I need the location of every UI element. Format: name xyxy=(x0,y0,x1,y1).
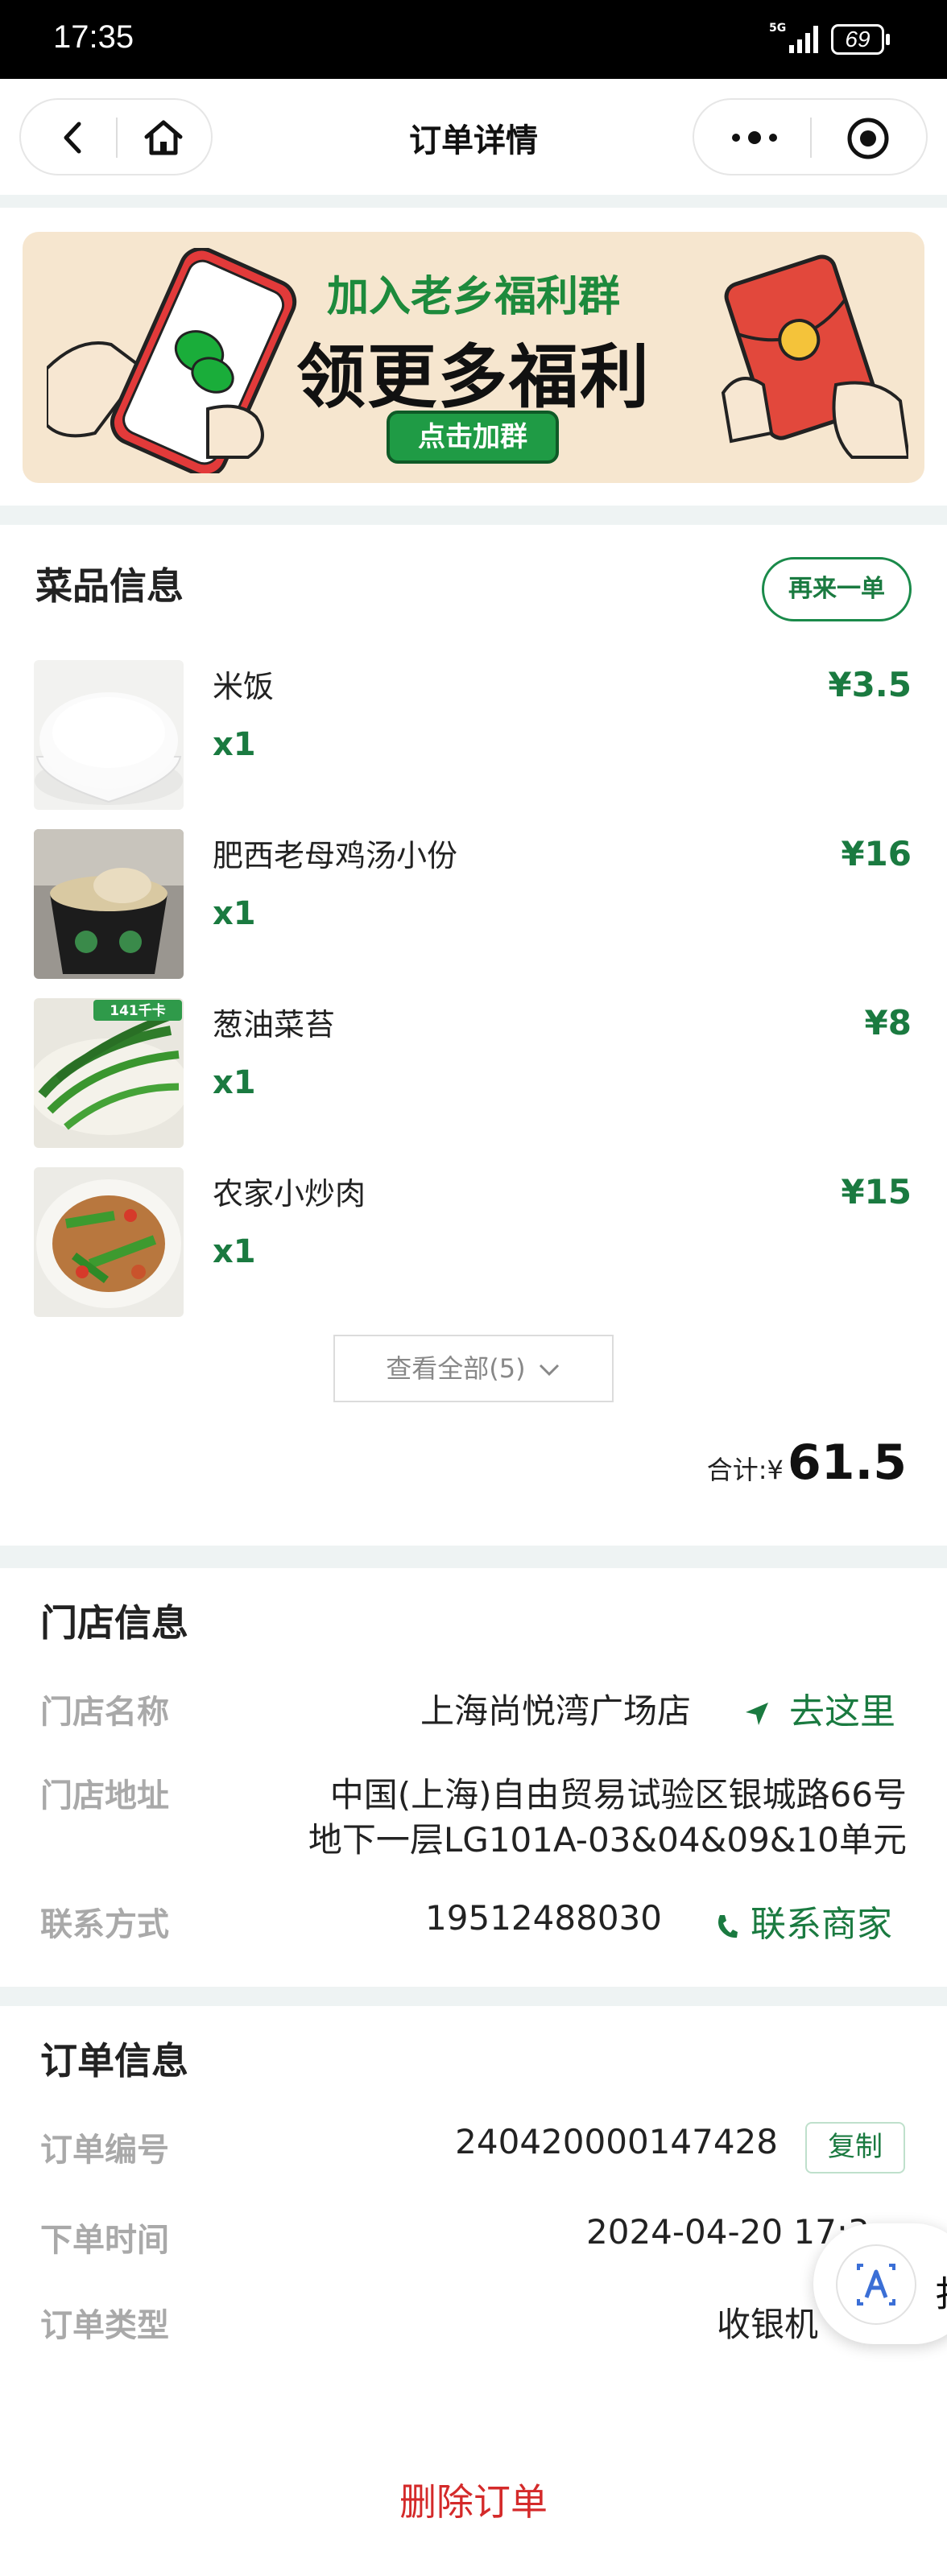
status-time: 17:35 xyxy=(53,19,134,55)
nav-right-capsule xyxy=(693,98,928,175)
copy-button[interactable]: 复制 xyxy=(805,2122,905,2174)
store-address-line1: 中国(上海)自由贸易试验区银城路66号 xyxy=(329,1775,907,1814)
contact-label: 联系方式 xyxy=(40,1906,169,1943)
welfare-group-banner[interactable]: 加入老乡福利群 领更多福利 点击加群 xyxy=(23,232,924,483)
view-all-button[interactable]: 查看全部(5) xyxy=(333,1335,614,1402)
capsule-divider xyxy=(810,118,812,158)
phone-icon xyxy=(718,1915,738,1938)
chicken-soup-image xyxy=(34,829,184,979)
dish-item[interactable]: 米饭 x1 ¥3.5 xyxy=(0,660,947,813)
battery-icon: 69 xyxy=(831,24,884,55)
dish-price: ¥15 xyxy=(841,1172,912,1212)
order-type-value: 收银机 xyxy=(717,2305,819,2344)
status-bar: 17:35 5G 69 xyxy=(0,0,947,79)
dish-name: 肥西老母鸡汤小份 xyxy=(213,838,458,873)
dish-price: ¥8 xyxy=(864,1003,912,1042)
contact-merchant-link[interactable]: 联系商家 xyxy=(715,1895,892,1946)
store-name-label: 门店名称 xyxy=(40,1694,169,1731)
banner-section: 加入老乡福利群 领更多福利 点击加群 xyxy=(0,208,947,506)
more-dots-icon[interactable] xyxy=(726,129,783,147)
chevron-down-icon xyxy=(539,1364,559,1377)
order-section-title: 订单信息 xyxy=(40,2039,188,2083)
contact-merchant-label: 联系商家 xyxy=(751,1904,892,1945)
battery-tip xyxy=(886,34,890,45)
calorie-badge: 141千卡 xyxy=(110,1002,166,1019)
store-section-title: 门店信息 xyxy=(40,1601,188,1645)
rice-image xyxy=(34,660,184,810)
greens-image: 141千卡 xyxy=(34,998,184,1148)
store-address-label: 门店地址 xyxy=(40,1777,169,1814)
network-type: 5G xyxy=(769,22,787,35)
dish-quantity: x1 xyxy=(213,1064,256,1101)
dish-item[interactable]: 农家小炒肉 x1 ¥15 xyxy=(0,1167,947,1320)
total-currency: ¥ xyxy=(767,1455,784,1485)
navigation-arrow-icon xyxy=(746,1703,768,1725)
store-name-value: 上海尚悦湾广场店 xyxy=(420,1691,691,1731)
dish-name: 葱油菜苔 xyxy=(213,1007,336,1042)
dish-price: ¥16 xyxy=(841,834,912,873)
order-detail-page: 17:35 5G 69 订单详情 加入老乡福利群 领更多福利 点击加群 菜品信息… xyxy=(0,0,947,2576)
dish-quantity: x1 xyxy=(213,1233,256,1270)
delete-order-button[interactable]: 删除订单 xyxy=(0,2473,947,2526)
dish-quantity: x1 xyxy=(213,895,256,932)
floating-partial-text: 扌 xyxy=(934,2265,947,2317)
signal-icon xyxy=(789,26,818,53)
dish-quantity: x1 xyxy=(213,726,256,763)
store-address-line2: 地下一层LG101A-03&04&09&10单元 xyxy=(308,1820,907,1860)
navigate-label: 去这里 xyxy=(789,1691,895,1732)
order-type-label: 订单类型 xyxy=(40,2307,169,2344)
red-envelope-illustration xyxy=(721,254,908,459)
order-number-value: 240420000147428 xyxy=(455,2122,778,2161)
reorder-button[interactable]: 再来一单 xyxy=(762,557,912,621)
order-time-label: 下单时间 xyxy=(40,2222,169,2259)
dish-name: 米饭 xyxy=(213,669,275,704)
store-phone: 19512488030 xyxy=(425,1898,662,1938)
join-group-button[interactable]: 点击加群 xyxy=(387,411,559,464)
dish-item[interactable]: 141千卡 葱油菜苔 x1 ¥8 xyxy=(0,998,947,1151)
total-amount: 61.5 xyxy=(787,1435,907,1491)
nav-bar: 订单详情 xyxy=(0,79,947,195)
translate-icon[interactable] xyxy=(836,2244,916,2325)
dish-item[interactable]: 肥西老母鸡汤小份 x1 ¥16 xyxy=(0,829,947,982)
stir-fried-pork-image xyxy=(34,1167,184,1317)
navigate-link[interactable]: 去这里 xyxy=(742,1682,895,1734)
dish-price: ¥3.5 xyxy=(828,665,912,704)
dishes-section: 菜品信息 再来一单 米饭 x1 ¥3.5 肥西老母鸡汤小份 x1 ¥16 141… xyxy=(0,525,947,1546)
order-total: 合计:¥ 61.5 xyxy=(707,1435,907,1491)
dishes-section-title: 菜品信息 xyxy=(35,564,184,608)
order-number-label: 订单编号 xyxy=(40,2132,169,2169)
view-all-label: 查看全部(5) xyxy=(386,1353,526,1384)
floating-translate-pill[interactable] xyxy=(813,2223,947,2344)
order-info-section: 订单信息 订单编号 240420000147428 复制 下单时间 2024-0… xyxy=(0,2006,947,2576)
total-label: 合计: xyxy=(706,1455,767,1485)
dish-name: 农家小炒肉 xyxy=(213,1176,366,1212)
store-info-section: 门店信息 门店名称 上海尚悦湾广场店 去这里 门店地址 中国(上海)自由贸易试验… xyxy=(0,1568,947,1987)
close-miniprogram-icon[interactable] xyxy=(846,116,891,161)
